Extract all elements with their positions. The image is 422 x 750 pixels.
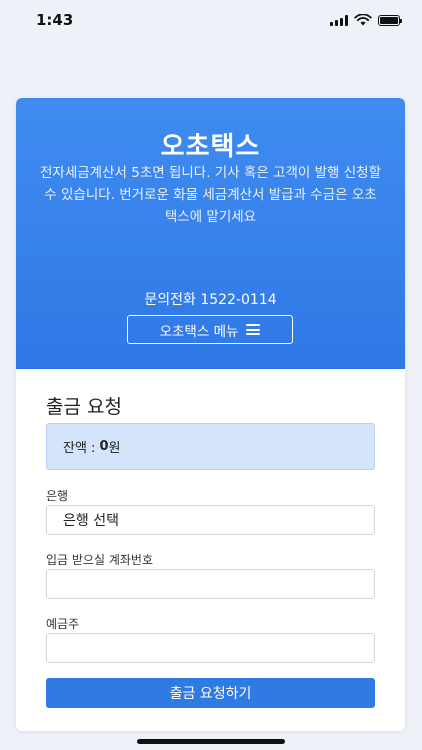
- account-field[interactable]: [46, 569, 375, 599]
- signal-icon: [330, 14, 348, 26]
- holder-label: 예금주: [46, 617, 80, 631]
- account-label: 입금 받으실 계좌번호: [46, 553, 153, 567]
- hero-banner: 오초택스 전자세금계산서 5초면 됩니다. 기사 혹은 고객이 발행 신청할 수…: [16, 98, 405, 369]
- main-card: 오초택스 전자세금계산서 5초면 됩니다. 기사 혹은 고객이 발행 신청할 수…: [16, 98, 405, 731]
- hamburger-icon: [246, 324, 261, 335]
- status-time: 1:43: [36, 11, 74, 29]
- wifi-icon: [354, 14, 372, 26]
- home-indicator: [137, 739, 285, 744]
- holder-field[interactable]: [46, 633, 375, 663]
- bank-label: 은행: [46, 489, 69, 503]
- balance-value: 0: [99, 439, 109, 454]
- brand-title: 오초택스: [160, 132, 261, 162]
- bank-select[interactable]: 은행 선택: [46, 505, 375, 535]
- battery-icon: [378, 14, 402, 26]
- menu-button-label: 오초택스 메뉴: [159, 323, 239, 340]
- section-title: 출금 요청: [46, 396, 122, 418]
- submit-button[interactable]: 출금 요청하기: [46, 678, 375, 708]
- bank-select-value: 은행 선택: [63, 513, 119, 529]
- balance-box: 잔액 : 0 원: [46, 423, 375, 470]
- balance-unit: 원: [108, 441, 121, 456]
- brand-description: 전자세금계산서 5초면 됩니다. 기사 혹은 고객이 발행 신청할 수 있습니다…: [40, 165, 381, 225]
- balance-label: 잔액 :: [63, 441, 96, 456]
- account-input[interactable]: [63, 569, 374, 599]
- status-icons: [330, 14, 402, 26]
- menu-button[interactable]: 오초택스 메뉴: [127, 315, 293, 344]
- contact-phone[interactable]: 문의전화 1522-0114: [16, 289, 405, 309]
- holder-input[interactable]: [63, 633, 374, 663]
- status-bar: 1:43: [0, 0, 422, 44]
